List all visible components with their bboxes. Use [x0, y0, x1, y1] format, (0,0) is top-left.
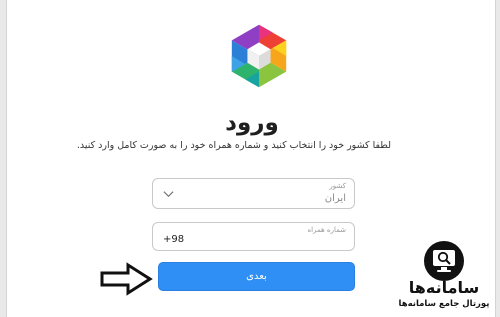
country-select[interactable]: کشور ایران [152, 178, 355, 209]
brand-watermark: سامانه‌ها پورتال جامع سامانه‌ها [396, 240, 492, 312]
phone-label: شماره همراه [307, 226, 346, 234]
country-label: کشور [329, 182, 346, 190]
monitor-search-icon [424, 241, 464, 281]
page-subtitle: لطفا کشور خود را انتخاب کنید و شماره همر… [76, 140, 391, 151]
phone-field[interactable]: شماره همراه +98 [152, 222, 355, 251]
rubika-logo-icon [231, 24, 287, 88]
page-title: ورود [225, 110, 279, 136]
brand-tagline: پورتال جامع سامانه‌ها [398, 299, 490, 309]
country-value: ایران [324, 193, 346, 204]
arrow-right-icon [100, 262, 153, 296]
phone-value[interactable]: +98 [163, 234, 184, 245]
next-button[interactable]: بعدی [158, 262, 355, 291]
chevron-down-icon[interactable] [163, 188, 174, 199]
brand-name: سامانه‌ها [408, 278, 480, 297]
